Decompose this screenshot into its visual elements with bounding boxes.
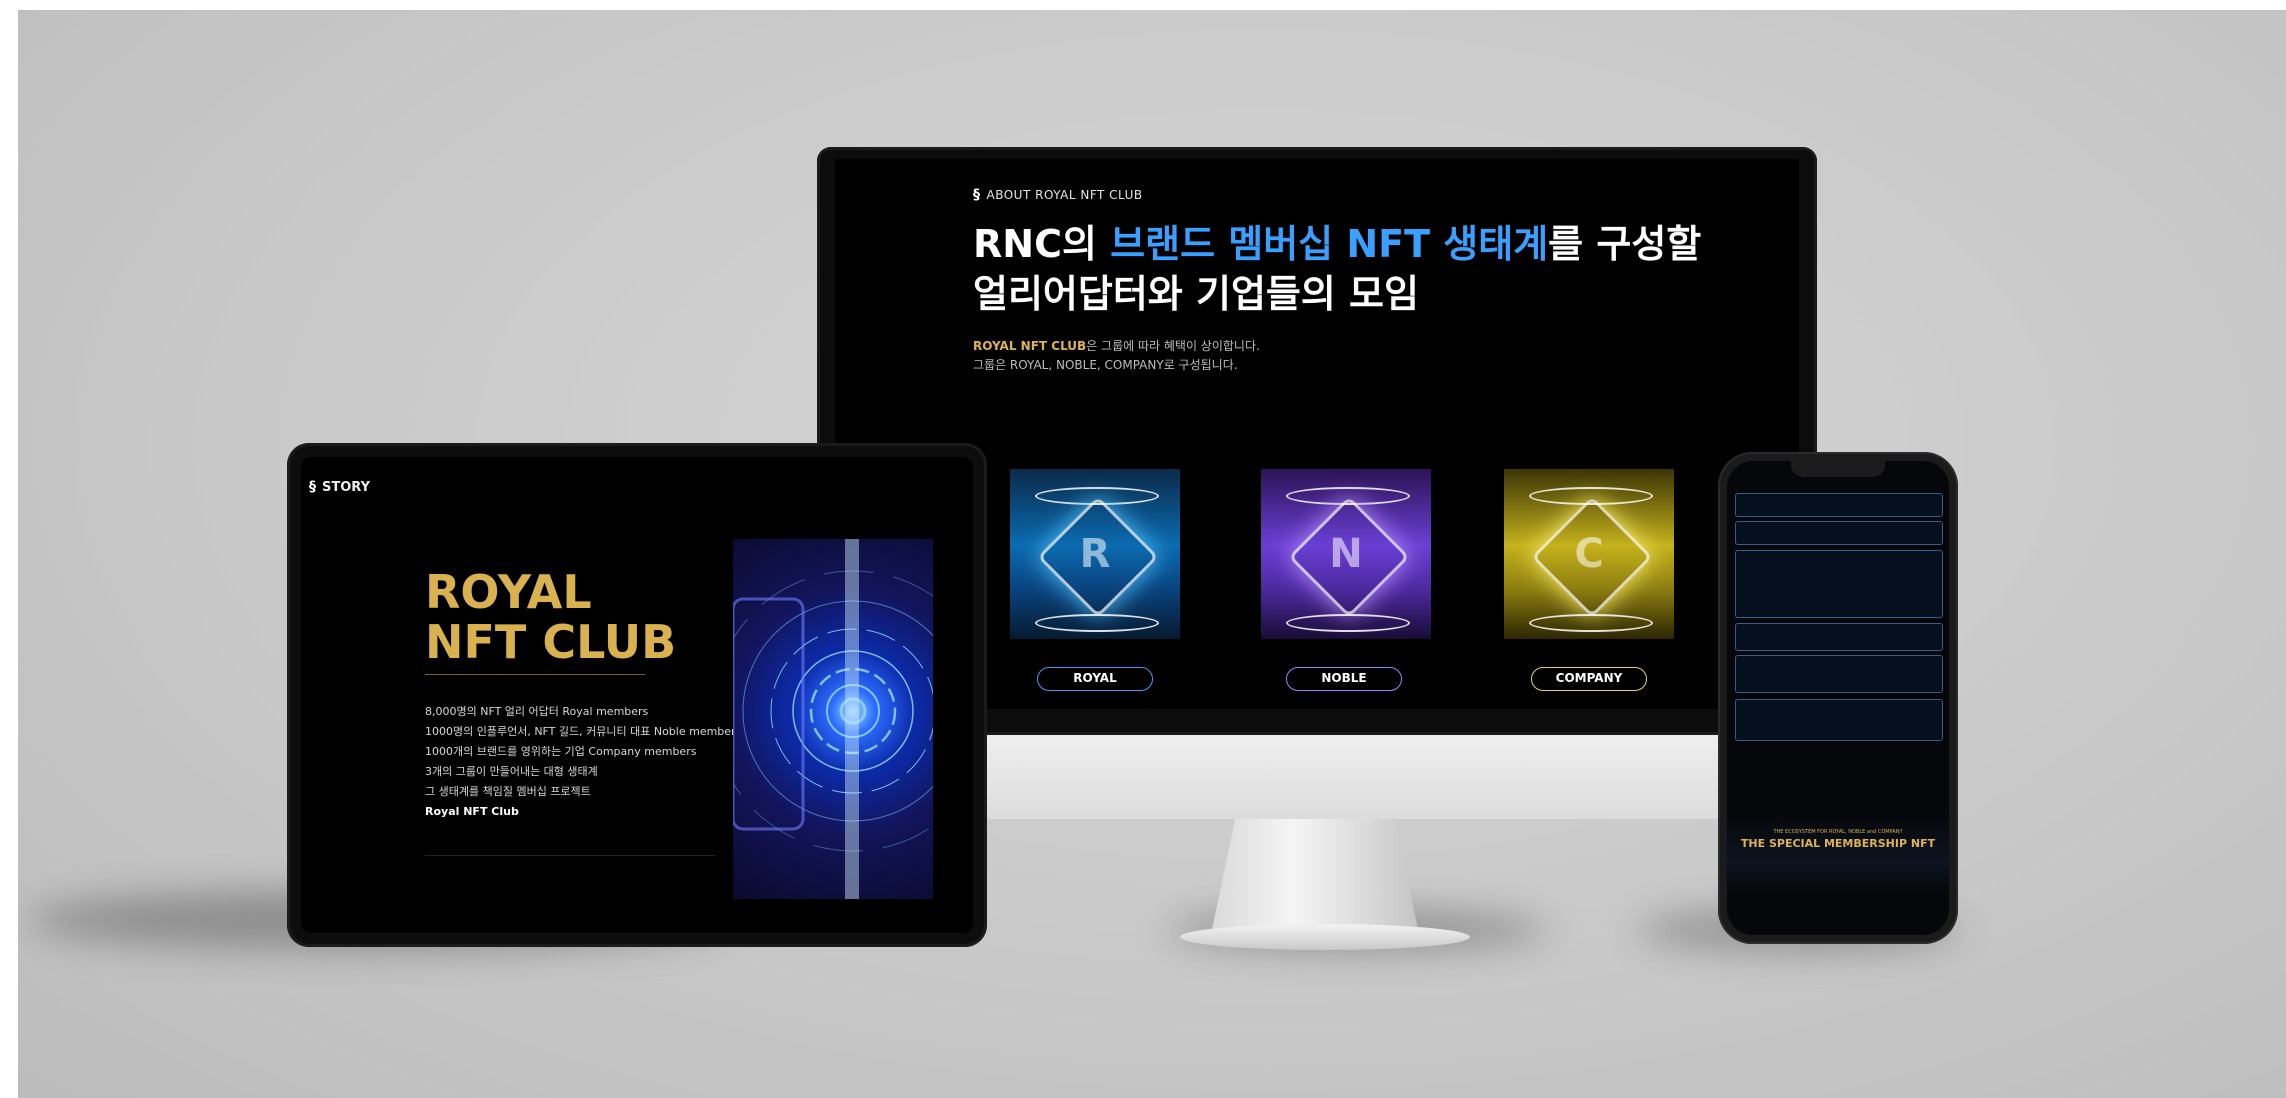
tier-button-royal[interactable]: ROYAL [1037,667,1153,691]
story-line: 그 생태계를 책임질 멤버십 프로젝트 [425,785,591,798]
faq-answer [1736,497,1942,502]
headline-line-1: RNC의 브랜드 멤버십 NFT 생태계를 구성할 [973,219,1701,269]
headline-suffix: 를 구성할 [1548,222,1702,266]
faq-question [1736,700,1942,703]
circular-portal-icon [733,539,933,899]
halo-ring-bottom [1286,614,1410,632]
story-line: 8,000명의 NFT 얼리 어답터 Royal members [425,705,649,718]
tier-card-noble[interactable]: N [1261,469,1431,639]
faq-item[interactable] [1735,623,1943,651]
bottom-divider [425,855,715,856]
faq-answer [1736,703,1942,708]
description-line-1: ROYAL NFT CLUB은 그룹에 따라 혜택이 상이합니다. [973,337,1260,356]
phone-notch [1791,461,1885,477]
description-line-2: 그룹은 ROYAL, NOBLE, COMPANY로 구성됩니다. [973,358,1238,372]
faq-question [1736,624,1942,627]
section-eyebrow: § ABOUT ROYAL NFT CLUB [973,187,1143,203]
faq-question [1736,522,1942,525]
tier-button-company[interactable]: COMPANY [1531,667,1647,691]
tablet-screen: § STORY ROYAL NFT CLUB 8,000명의 NFT 얼리 어답… [301,457,973,933]
tier-glyph: N [1329,531,1363,577]
page-headline: RNC의 브랜드 멤버십 NFT 생태계를 구성할 얼리어답터와 기업들의 모임 [973,219,1701,319]
tier-card-company[interactable]: C [1504,469,1674,639]
story-text: STORY [322,479,370,495]
faq-answer [1736,554,1942,559]
halo-ring-bottom [1529,614,1653,632]
description-brand: ROYAL NFT CLUB [973,339,1087,353]
description: ROYAL NFT CLUB은 그룹에 따라 혜택이 상이합니다. 그룹은 RO… [973,337,1260,375]
s-logo-icon: § [309,479,316,495]
faq-item[interactable] [1735,493,1943,517]
description-rest: 은 그룹에 따라 혜택이 상이합니다. [1086,339,1260,353]
faq-question [1736,494,1942,497]
faq-answer [1736,659,1942,664]
faq-question [1736,551,1942,554]
s-logo-icon: § [973,187,981,203]
tier-button-noble[interactable]: NOBLE [1286,667,1402,691]
story-line: 3개의 그룹이 만들어내는 대형 생태계 [425,765,598,778]
headline-highlight: 브랜드 멤버십 NFT 생태계 [1110,222,1549,266]
phone-screen: THE ECOSYSTEM FOR ROYAL, NOBLE and COMPA… [1727,461,1949,935]
story-line: 1000개의 브랜드를 영위하는 기업 Company members [425,745,697,758]
tablet-title-line-2: NFT CLUB [425,615,677,669]
story-label: § STORY [309,479,370,495]
tier-glyph: R [1079,531,1111,577]
faq-answer [1736,525,1942,530]
tier-glyph: C [1574,531,1604,577]
tier-card-royal[interactable]: R [1010,469,1180,639]
tablet-title-line-1: ROYAL [425,565,592,619]
headline-prefix: RNC의 [973,222,1111,266]
headline-line-2: 얼리어답터와 기업들의 모임 [973,272,1419,316]
faq-item[interactable] [1735,699,1943,741]
faq-item[interactable] [1735,655,1943,693]
monitor-stand [1210,819,1420,939]
story-closing: Royal NFT Club [425,805,519,818]
faq-answer [1736,627,1942,632]
membership-banner [1727,815,1949,895]
tablet-device: § STORY ROYAL NFT CLUB 8,000명의 NFT 얼리 어답… [287,443,987,947]
eyebrow-label: ABOUT ROYAL NFT CLUB [986,188,1143,202]
story-line: 1000명의 인플루언서, NFT 길드, 커뮤니티 대표 Noble memb… [425,725,742,738]
tablet-title: ROYAL NFT CLUB [425,567,676,667]
faq-item[interactable] [1735,521,1943,545]
halo-ring-bottom [1035,614,1159,632]
title-divider [425,674,645,675]
banner-subtitle: THE ECOSYSTEM FOR ROYAL, NOBLE and COMPA… [1773,829,1903,835]
phone-device: THE ECOSYSTEM FOR ROYAL, NOBLE and COMPA… [1718,452,1958,944]
portal-artwork [733,539,933,899]
faq-question [1736,656,1942,659]
faq-item[interactable] [1735,550,1943,618]
banner-title: THE SPECIAL MEMBERSHIP NFT [1740,837,1936,850]
story-lines: 8,000명의 NFT 얼리 어답터 Royal members 1000명의 … [425,702,741,822]
monitor-stand-base [1180,924,1470,950]
